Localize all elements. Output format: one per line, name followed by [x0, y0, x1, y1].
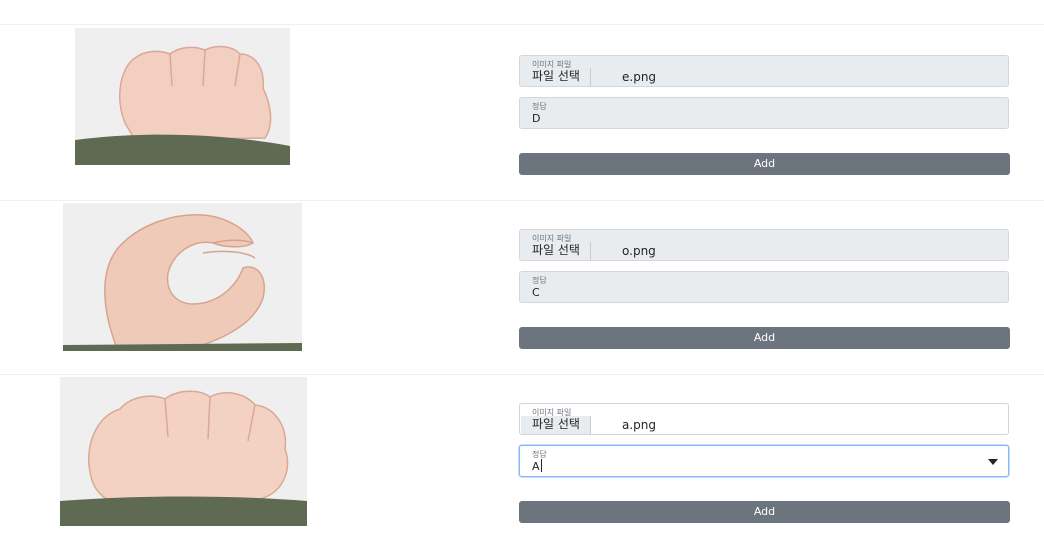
hand-sign-image: [60, 377, 307, 526]
sign-card: 이미지 파일 파일 선택 o.png 정답 C Add: [0, 200, 1044, 374]
choose-file-button[interactable]: 파일 선택: [521, 416, 591, 434]
hand-o-sign-icon: [63, 203, 302, 351]
text-cursor: [541, 459, 542, 472]
answer-select[interactable]: 정답 A: [519, 445, 1009, 477]
choose-file-button[interactable]: 파일 선택: [521, 68, 591, 86]
add-button[interactable]: Add: [519, 153, 1010, 175]
answer-label: 정답: [532, 102, 547, 111]
sign-card: 이미지 파일 파일 선택 a.png 정답 A Add: [0, 374, 1044, 545]
answer-value: D: [532, 112, 541, 125]
hand-sign-image: [75, 28, 290, 165]
card-list: 이미지 파일 파일 선택 e.png 정답 D Add 이미지 파일 파일 선택…: [0, 0, 1044, 545]
add-button[interactable]: Add: [519, 501, 1010, 523]
sign-card: 이미지 파일 파일 선택 e.png 정답 D Add: [0, 0, 1044, 200]
file-name: e.png: [622, 70, 657, 84]
hand-sign-image: [63, 203, 302, 351]
answer-label: 정답: [532, 450, 547, 459]
answer-value: C: [532, 286, 540, 299]
image-file-input[interactable]: 이미지 파일 파일 선택 a.png: [519, 403, 1009, 435]
add-button[interactable]: Add: [519, 327, 1010, 349]
answer-label: 정답: [532, 276, 547, 285]
file-name: o.png: [622, 244, 656, 258]
chevron-down-icon[interactable]: [988, 459, 998, 465]
image-file-input[interactable]: 이미지 파일 파일 선택 o.png: [519, 229, 1009, 261]
file-name: a.png: [622, 418, 657, 432]
answer-value: A: [532, 460, 540, 473]
image-file-input[interactable]: 이미지 파일 파일 선택 e.png: [519, 55, 1009, 87]
answer-select[interactable]: 정답 C: [519, 271, 1009, 303]
hand-fist-icon: [60, 377, 307, 526]
answer-select[interactable]: 정답 D: [519, 97, 1009, 129]
choose-file-button[interactable]: 파일 선택: [521, 242, 591, 260]
hand-fist-icon: [75, 28, 290, 165]
